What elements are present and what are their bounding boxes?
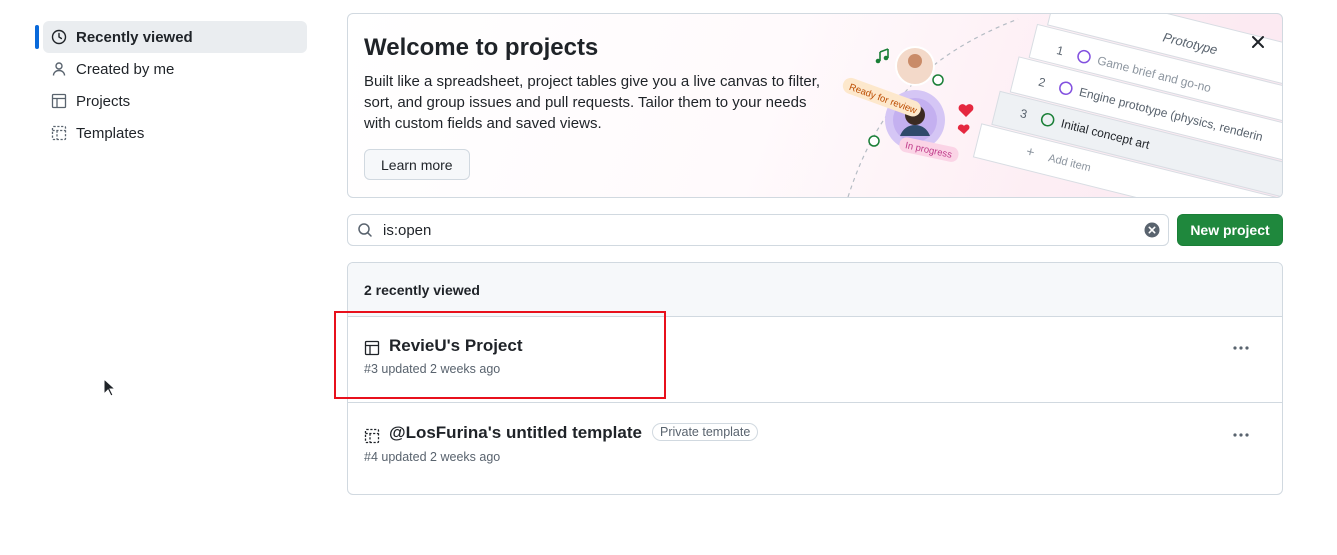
sidebar-item-projects[interactable]: Projects <box>36 85 308 117</box>
search-input[interactable] <box>381 220 1144 240</box>
sidebar-item-recently-viewed[interactable]: Recently viewed <box>35 21 307 53</box>
welcome-banner: Welcome to projects Built like a spreads… <box>347 13 1283 198</box>
project-title-link[interactable]: @LosFurina's untitled template <box>389 423 642 442</box>
recently-viewed-list: 2 recently viewed RevieU's Project #3 up… <box>347 262 1283 495</box>
clock-icon <box>51 29 67 45</box>
list-header: 2 recently viewed <box>348 263 1282 317</box>
clear-search-icon[interactable] <box>1144 222 1160 238</box>
table-icon <box>364 340 380 356</box>
sidebar-item-label: Recently viewed <box>76 28 193 46</box>
project-meta: #3 updated 2 weeks ago <box>364 362 501 376</box>
list-item[interactable]: @LosFurina's untitled template Private te… <box>348 403 1282 493</box>
more-options-icon[interactable] <box>1232 339 1250 357</box>
person-icon <box>51 61 67 77</box>
sidebar-item-label: Templates <box>76 124 145 142</box>
sidebar-item-created-by-me[interactable]: Created by me <box>36 53 308 85</box>
mouse-cursor-icon <box>103 378 117 398</box>
project-title-container: @LosFurina's untitled template Private te… <box>389 423 759 443</box>
close-icon[interactable] <box>1248 32 1268 52</box>
projects-illustration: 1 Game brief and go-no 2 Engine prototyp… <box>818 14 1282 197</box>
table-icon <box>51 93 67 109</box>
private-template-badge: Private template <box>651 423 759 441</box>
list-item[interactable]: RevieU's Project #3 updated 2 weeks ago <box>348 317 1282 403</box>
sidebar-item-label: Projects <box>76 92 131 110</box>
search-icon <box>357 222 373 238</box>
learn-more-button[interactable]: Learn more <box>364 149 470 180</box>
more-options-icon[interactable] <box>1232 426 1250 444</box>
template-icon <box>51 125 67 141</box>
sidebar-nav: Recently viewed Created by me Projects T… <box>35 21 308 149</box>
project-search <box>347 214 1169 246</box>
new-project-button[interactable]: New project <box>1177 214 1283 246</box>
banner-description: Built like a spreadsheet, project tables… <box>364 73 821 132</box>
banner-title: Welcome to projects <box>364 34 599 61</box>
template-icon <box>364 428 380 444</box>
sidebar-item-label: Created by me <box>76 60 175 78</box>
project-title-link[interactable]: RevieU's Project <box>389 336 523 356</box>
project-meta: #4 updated 2 weeks ago <box>364 450 501 464</box>
sidebar-item-templates[interactable]: Templates <box>36 117 308 149</box>
